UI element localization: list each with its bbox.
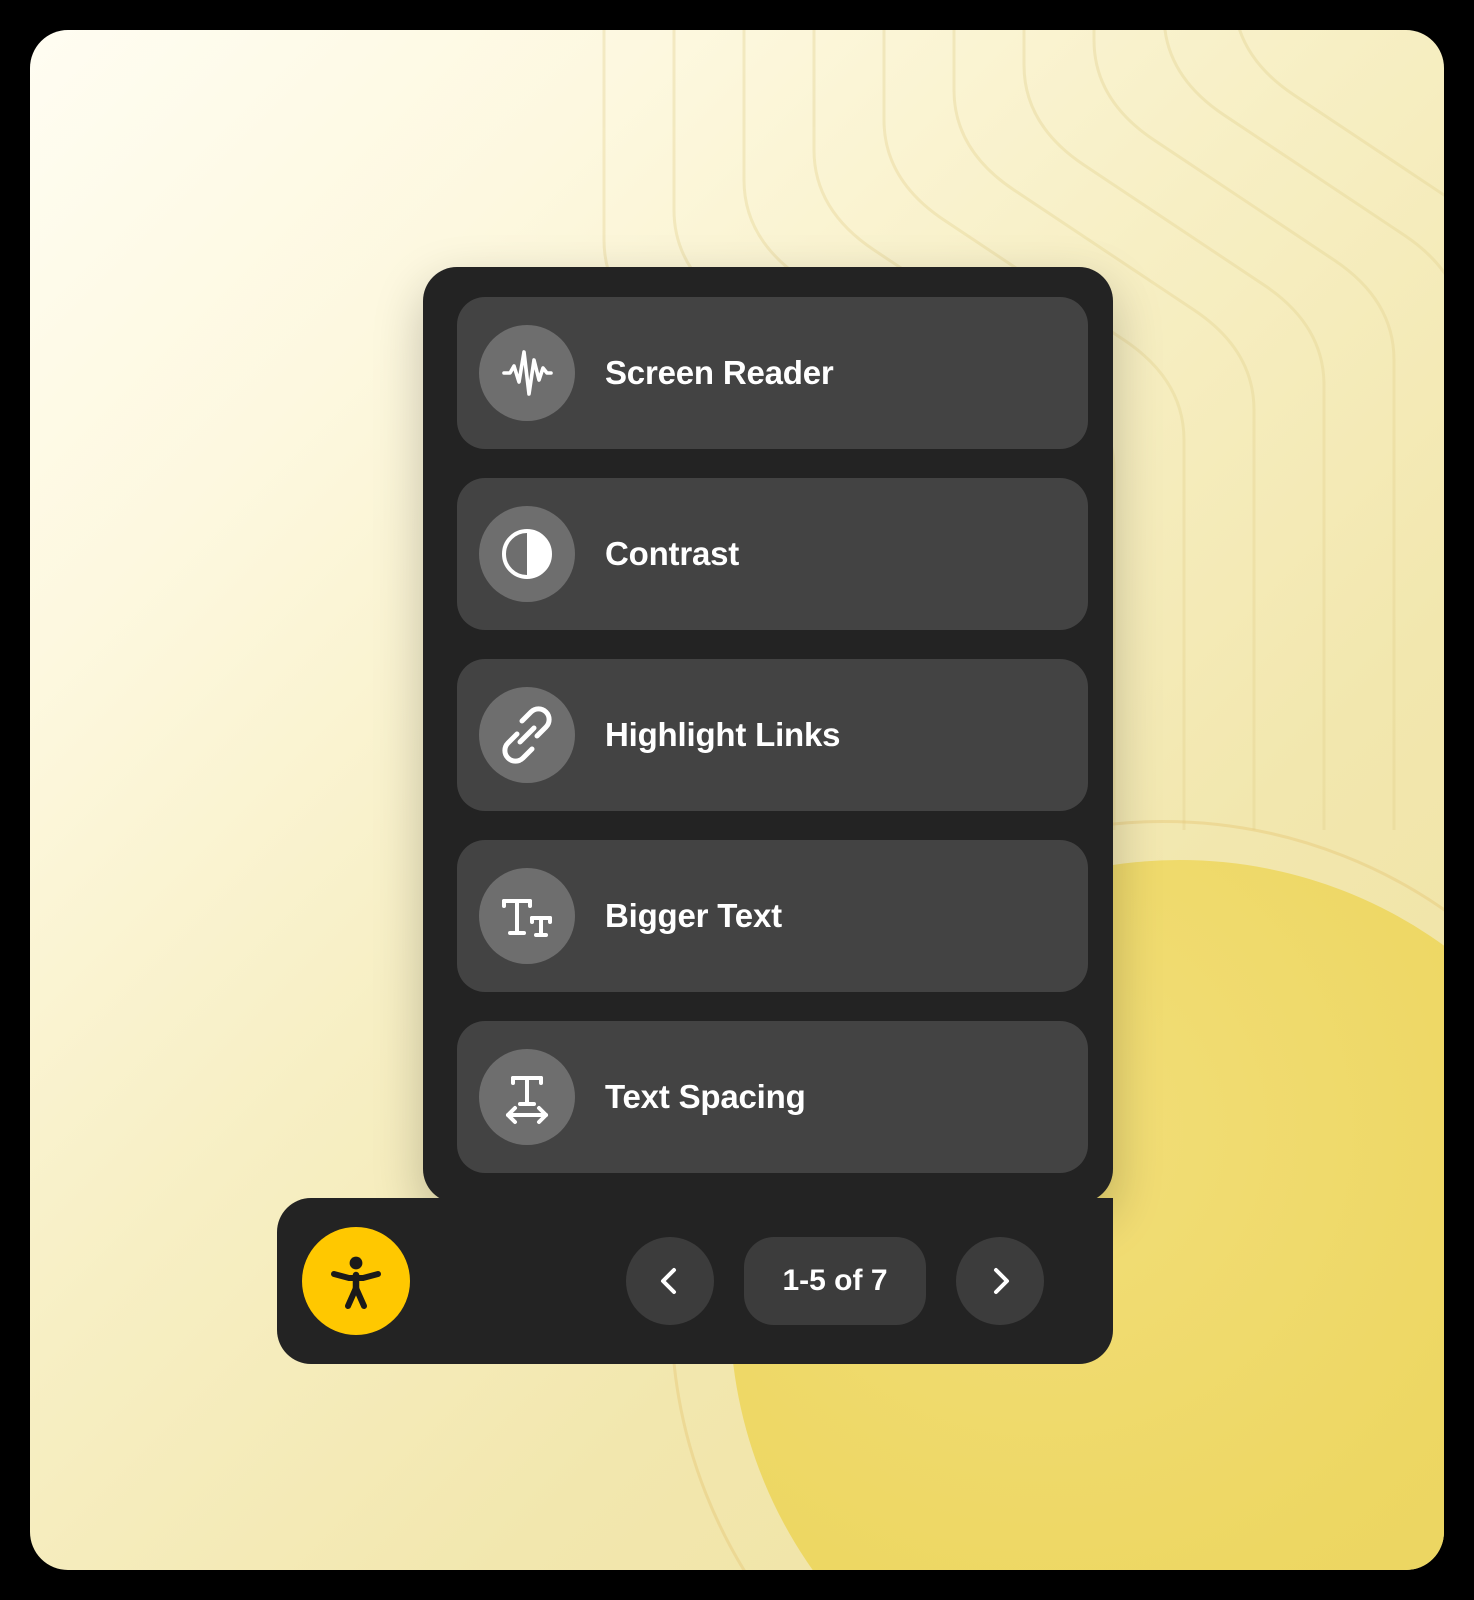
t-with-horizontal-arrow-icon — [479, 1049, 575, 1145]
menu-item-contrast[interactable]: Contrast — [457, 478, 1088, 630]
menu-item-label: Highlight Links — [605, 716, 841, 753]
menu-item-screen-reader[interactable]: Screen Reader — [457, 297, 1088, 449]
menu-item-text-spacing[interactable]: Text Spacing — [457, 1021, 1088, 1173]
page-canvas: Screen Reader Contrast Highlight Links B… — [30, 30, 1444, 1570]
accessibility-widget-panel: Screen Reader Contrast Highlight Links B… — [423, 267, 1113, 1203]
accessibility-person-icon[interactable] — [302, 1227, 410, 1335]
menu-item-label: Text Spacing — [605, 1078, 806, 1115]
page-indicator[interactable]: 1-5 of 7 — [744, 1237, 926, 1325]
chain-link-icon — [479, 687, 575, 783]
chevron-left-icon — [661, 1268, 676, 1294]
contrast-half-circle-icon — [479, 506, 575, 602]
big-small-t-icon — [479, 868, 575, 964]
chevron-right-icon — [994, 1268, 1009, 1294]
pagination-controls: 1-5 of 7 — [626, 1237, 1044, 1325]
menu-item-highlight-links[interactable]: Highlight Links — [457, 659, 1088, 811]
menu-item-label: Screen Reader — [605, 354, 834, 391]
menu-item-bigger-text[interactable]: Bigger Text — [457, 840, 1088, 992]
menu-item-label: Contrast — [605, 535, 740, 572]
menu-item-label: Bigger Text — [605, 897, 782, 934]
widget-footer-bar: 1-5 of 7 — [277, 1198, 1113, 1364]
audio-waveform-icon — [479, 325, 575, 421]
next-page-button[interactable] — [956, 1237, 1044, 1325]
previous-page-button[interactable] — [626, 1237, 714, 1325]
accessibility-options-list: Screen Reader Contrast Highlight Links B… — [457, 297, 1088, 1173]
screenshot-stage: Screen Reader Contrast Highlight Links B… — [0, 0, 1474, 1600]
